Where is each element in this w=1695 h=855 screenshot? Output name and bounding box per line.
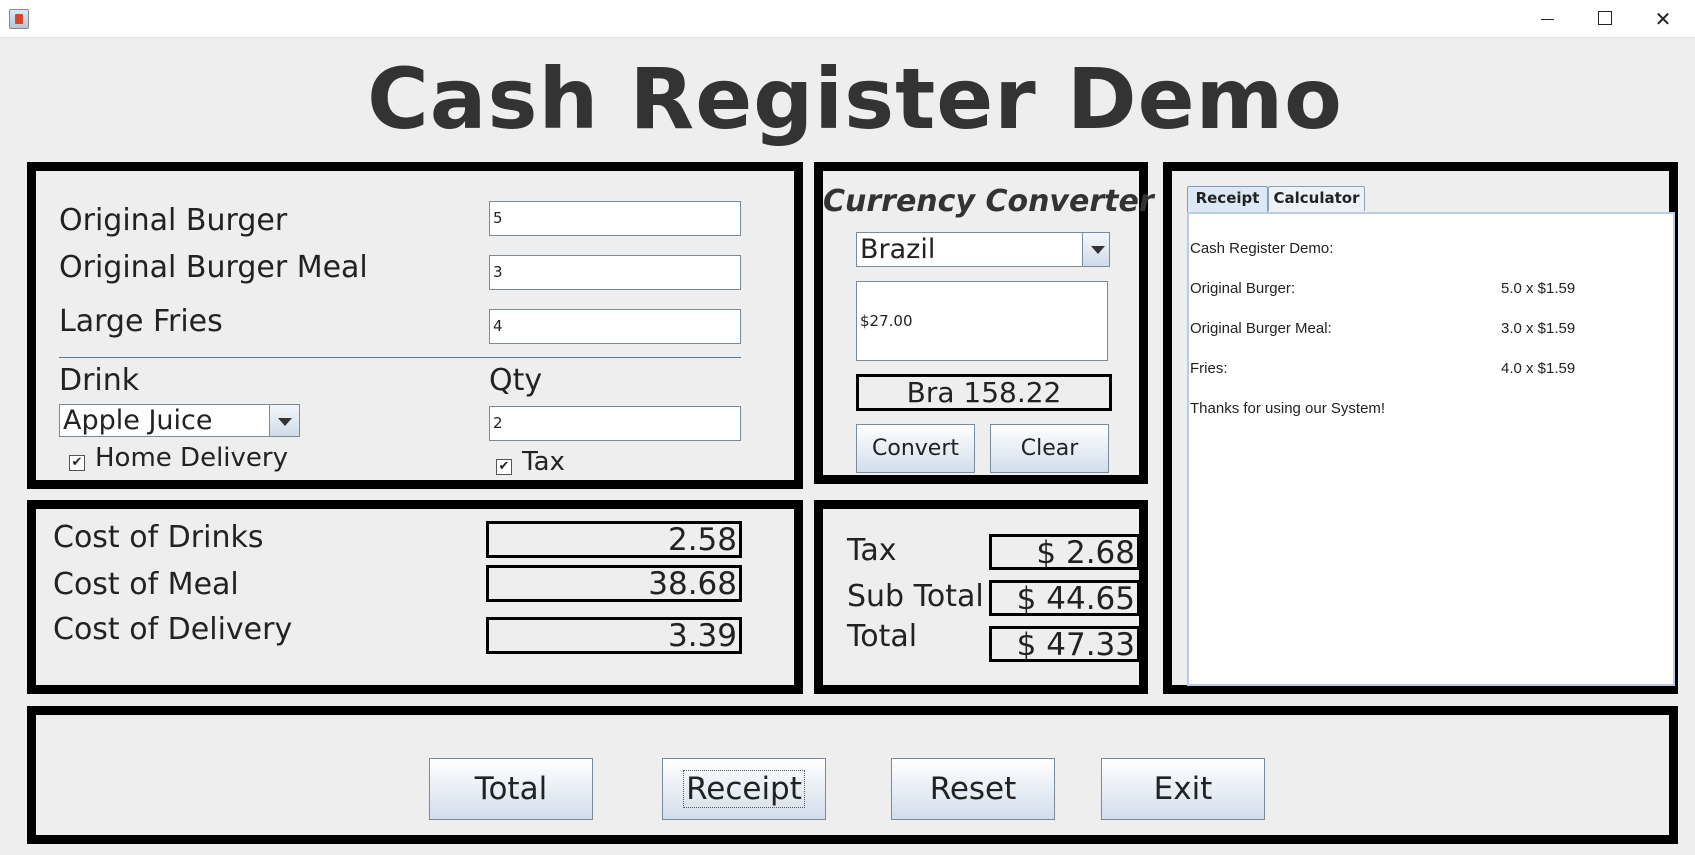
close-icon: ✕ — [1654, 7, 1672, 31]
close-button[interactable]: ✕ — [1634, 0, 1692, 38]
item-label-original-burger-meal: Original Burger Meal — [59, 250, 368, 285]
conversion-result: Bra 158.22 — [856, 374, 1112, 411]
drink-label: Drink — [59, 363, 140, 398]
total-label: Total — [847, 619, 918, 654]
item-label-original-burger: Original Burger — [59, 203, 288, 238]
drink-qty-input[interactable]: 2 — [489, 406, 741, 441]
currency-converter-panel: Currency Converter Brazil $27.00 Bra 158… — [814, 162, 1154, 484]
cost-of-meal-label: Cost of Meal — [53, 567, 239, 602]
maximize-button[interactable] — [1576, 0, 1634, 38]
cost-of-drinks-value: 2.58 — [486, 521, 742, 558]
tax-checkbox-label: Tax — [522, 447, 565, 477]
sub-total-value: $ 44.65 — [989, 580, 1140, 616]
minimize-icon — [1540, 18, 1554, 20]
chevron-down-icon[interactable] — [269, 405, 299, 436]
item-label-large-fries: Large Fries — [59, 304, 223, 339]
tab-calculator[interactable]: Calculator — [1268, 186, 1365, 211]
large-fries-qty-input[interactable]: 4 — [489, 309, 741, 344]
clear-button[interactable]: Clear — [990, 424, 1109, 473]
country-select-value: Brazil — [860, 234, 936, 265]
home-delivery-label: Home Delivery — [95, 443, 288, 473]
order-panel: Original Burger 5 Original Burger Meal 3… — [27, 162, 803, 489]
sub-total-label: Sub Total — [847, 579, 984, 614]
page-title: Cash Register Demo — [367, 50, 1343, 148]
receipt-line-item: Original Burger Meal: — [1190, 320, 1332, 337]
receipt-line-item: Original Burger: — [1190, 280, 1296, 297]
totals-panel: Tax $ 2.68 Sub Total $ 44.65 Total $ 47.… — [814, 500, 1148, 694]
original-burger-qty-input[interactable]: 5 — [489, 201, 741, 236]
tax-checkbox[interactable]: ✔ — [496, 459, 512, 475]
receipt-button-label: Receipt — [683, 770, 805, 808]
cost-of-delivery-label: Cost of Delivery — [53, 612, 293, 647]
tax-value: $ 2.68 — [989, 534, 1140, 570]
receipt-line-detail: 4.0 x $1.59 — [1501, 360, 1576, 377]
window-title-bar: ✕ — [0, 0, 1695, 38]
costs-panel: Cost of Drinks 2.58 Cost of Meal 38.68 C… — [27, 500, 803, 694]
reset-button[interactable]: Reset — [891, 758, 1055, 820]
receipt-text-area[interactable]: Cash Register Demo: Original Burger: 5.0… — [1187, 212, 1675, 686]
divider — [59, 357, 741, 358]
cost-of-drinks-label: Cost of Drinks — [53, 520, 264, 555]
receipt-line-item: Fries: — [1190, 360, 1228, 377]
receipt-line-detail: 3.0 x $1.59 — [1501, 320, 1576, 337]
tax-label: Tax — [847, 533, 897, 568]
cost-of-meal-value: 38.68 — [486, 565, 742, 602]
actions-panel: Total Receipt Reset Exit — [27, 706, 1678, 844]
receipt-panel: Receipt Calculator Cash Register Demo: O… — [1163, 162, 1678, 694]
maximize-icon — [1598, 10, 1612, 25]
receipt-footer: Thanks for using our System! — [1190, 400, 1386, 417]
chevron-down-icon[interactable] — [1082, 233, 1109, 266]
qty-label: Qty — [489, 363, 543, 398]
drink-select[interactable]: Apple Juice — [59, 404, 300, 437]
java-app-icon — [9, 9, 29, 29]
currency-converter-title: Currency Converter — [823, 184, 1154, 219]
home-delivery-checkbox[interactable]: ✔ — [69, 455, 85, 471]
cost-of-delivery-value: 3.39 — [486, 617, 742, 654]
total-value: $ 47.33 — [989, 626, 1140, 662]
convert-button[interactable]: Convert — [856, 424, 975, 473]
country-select[interactable]: Brazil — [856, 232, 1110, 267]
receipt-button[interactable]: Receipt — [662, 758, 826, 820]
amount-input[interactable]: $27.00 — [856, 281, 1108, 361]
tab-receipt[interactable]: Receipt — [1187, 186, 1268, 213]
total-button[interactable]: Total — [429, 758, 593, 820]
drink-select-value: Apple Juice — [63, 405, 213, 436]
minimize-button[interactable] — [1518, 0, 1576, 38]
original-burger-meal-qty-input[interactable]: 3 — [489, 255, 741, 290]
receipt-header: Cash Register Demo: — [1190, 240, 1334, 257]
exit-button[interactable]: Exit — [1101, 758, 1265, 820]
receipt-line-detail: 5.0 x $1.59 — [1501, 280, 1576, 297]
